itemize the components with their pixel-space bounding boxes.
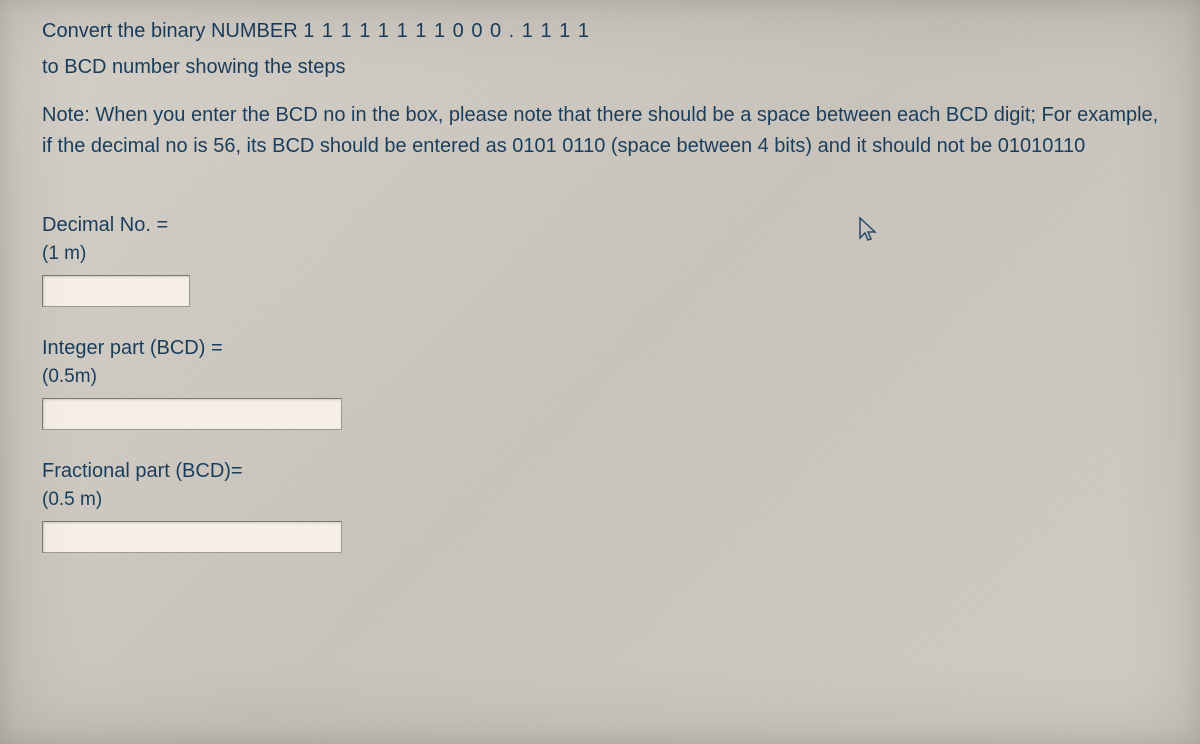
fractional-bcd-label: Fractional part (BCD)= [42,460,1160,483]
question-line-2: to BCD number showing the steps [42,52,1160,82]
question-line-1: Convert the binary NUMBER 1 1 1 1 1 1 1 … [42,16,1160,46]
fractional-bcd-field-group: Fractional part (BCD)= (0.5 m) [42,460,1160,553]
integer-bcd-input[interactable] [42,398,342,430]
decimal-field-group: Decimal No. = (1 m) [42,214,1160,307]
binary-number: 1 1 1 1 1 1 1 1 0 0 0 . 1 1 1 1 [303,20,590,42]
decimal-input[interactable] [42,275,190,307]
question-prefix: Convert the binary NUMBER [42,20,303,42]
integer-bcd-field-group: Integer part (BCD) = (0.5m) [42,337,1160,430]
decimal-label: Decimal No. = [42,214,1160,237]
question-note: Note: When you enter the BCD no in the b… [42,100,1160,162]
decimal-marks: (1 m) [42,243,1160,265]
integer-bcd-label: Integer part (BCD) = [42,337,1160,360]
integer-bcd-marks: (0.5m) [42,366,1160,388]
question-container: Convert the binary NUMBER 1 1 1 1 1 1 1 … [0,0,1200,603]
fractional-bcd-marks: (0.5 m) [42,489,1160,511]
fractional-bcd-input[interactable] [42,521,342,553]
